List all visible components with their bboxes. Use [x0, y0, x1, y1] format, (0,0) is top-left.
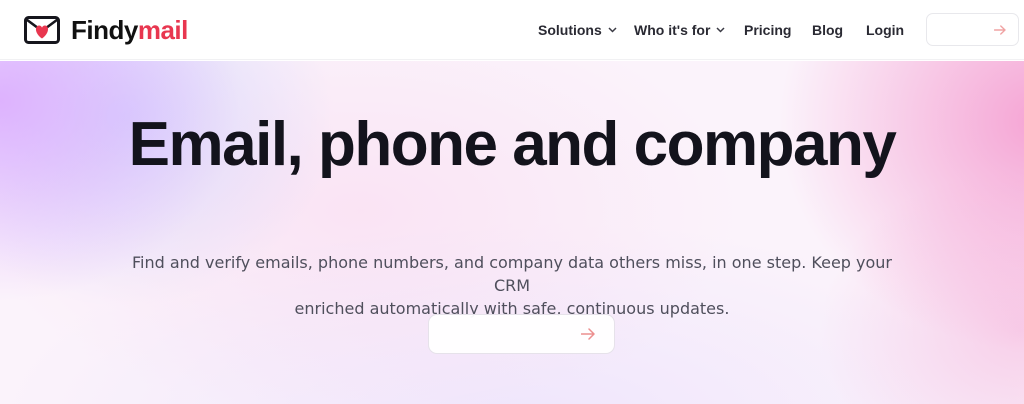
nav-item-login[interactable]: Login	[866, 22, 904, 38]
hero-section: Email, phone and company Find and verify…	[0, 61, 1024, 404]
brand-name: Findymail	[71, 15, 188, 46]
hero-subtitle: Find and verify emails, phone numbers, a…	[112, 251, 912, 320]
arrow-right-icon	[581, 328, 595, 340]
nav-item-blog[interactable]: Blog	[812, 22, 843, 38]
nav-item-who-its-for[interactable]: Who it's for	[634, 22, 725, 38]
nav-item-pricing[interactable]: Pricing	[744, 22, 791, 38]
envelope-heart-icon	[24, 16, 60, 44]
hero-cta-button[interactable]	[428, 314, 615, 354]
hero-title: Email, phone and company	[128, 110, 897, 179]
nav-item-label: Solutions	[538, 22, 602, 38]
main-nav-who: Who it's for	[634, 0, 725, 60]
main-nav: Solutions	[538, 0, 617, 60]
top-navbar: Findymail Solutions Who it's for Pricing…	[0, 0, 1024, 60]
arrow-right-icon	[994, 24, 1006, 35]
nav-cta-button[interactable]	[926, 13, 1019, 46]
main-nav-blog: Blog	[812, 0, 843, 60]
nav-item-label: Blog	[812, 22, 844, 38]
brand-name-part1: Findy	[71, 14, 138, 45]
nav-item-solutions[interactable]: Solutions	[538, 22, 617, 38]
main-nav-pricing: Pricing	[744, 0, 791, 60]
nav-item-label: Who it's for	[634, 22, 711, 38]
nav-item-label: Login	[866, 22, 905, 38]
main-nav-login: Login	[866, 0, 904, 60]
brand-logo[interactable]: Findymail	[24, 13, 188, 47]
hero-subtitle-line: Find and verify emails, phone numbers, a…	[131, 253, 892, 295]
chevron-down-icon	[716, 27, 725, 33]
chevron-down-icon	[608, 27, 617, 33]
nav-item-label: Pricing	[744, 22, 792, 38]
brand-name-part2: mail	[137, 14, 189, 45]
